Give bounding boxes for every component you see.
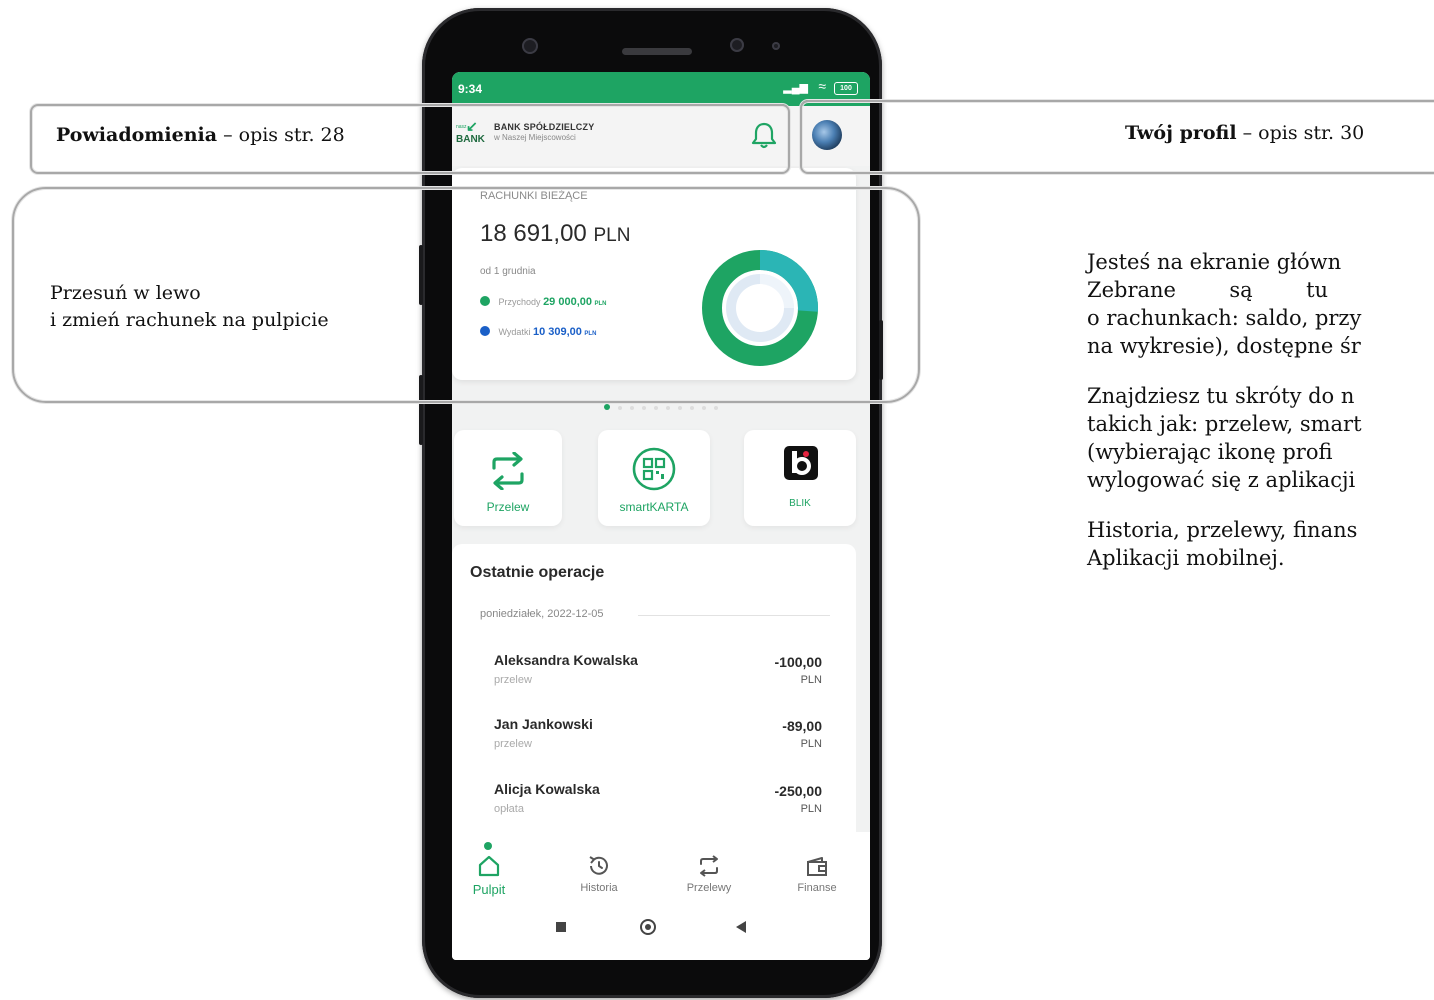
operations-title: Ostatnie operacje [470, 564, 605, 581]
pager-dot[interactable] [678, 406, 682, 410]
operations-date: poniedziałek, 2022-12-05 [480, 608, 604, 620]
wallet-icon [807, 857, 827, 876]
blik-shortcut[interactable]: BLIK [744, 430, 856, 526]
battery-icon: 100 [834, 82, 858, 95]
signal-icon: ▂▄▆ [783, 82, 808, 94]
description-paragraph: Znajdziesz tu skróty do n takich jak: pr… [1087, 384, 1362, 492]
pager-dot[interactable] [604, 404, 610, 410]
bottom-navigation: Pulpit Historia Przelewy Finanse [452, 832, 870, 902]
description-paragraph: Historia, przelewy, finans Aplikacji mob… [1087, 518, 1358, 570]
back-button[interactable] [736, 921, 746, 933]
operation-row[interactable]: Jan Jankowski przelew -89,00 PLN [494, 716, 822, 766]
home-icon [478, 855, 500, 877]
pager-dot[interactable] [618, 406, 622, 410]
pager-dot[interactable] [714, 406, 718, 410]
operation-row[interactable]: Alicja Kowalska opłata -250,00 PLN [494, 781, 822, 831]
pager-dot[interactable] [666, 406, 670, 410]
description-paragraph: Jesteś na ekranie główn Zebrane są tu o … [1087, 250, 1362, 358]
nav-finanse[interactable]: Finanse [782, 854, 852, 894]
wifi-icon: ≈ [818, 78, 826, 94]
operation-row[interactable]: Aleksandra Kowalska przelew -100,00 PLN [494, 652, 822, 702]
recent-operations: Ostatnie operacje poniedziałek, 2022-12-… [452, 544, 856, 874]
transfer-shortcut[interactable]: Przelew [454, 430, 562, 526]
home-button[interactable] [640, 919, 656, 935]
nav-przelewy[interactable]: Przelewy [674, 854, 744, 894]
profile-callout: Twój profil – opis str. 30 [1125, 122, 1365, 144]
shortcut-label: BLIK [789, 498, 811, 509]
swipe-callout: Przesuń w lewo i zmień rachunek na pulpi… [50, 282, 329, 331]
transfer-icon [700, 855, 718, 877]
shortcut-label: smartKARTA [619, 500, 689, 514]
notifications-callout: Powiadomienia – opis str. 28 [56, 124, 345, 146]
front-camera [522, 38, 538, 54]
history-icon [589, 856, 608, 875]
sensor [772, 42, 780, 50]
nav-historia[interactable]: Historia [564, 854, 634, 894]
smartkarta-shortcut[interactable]: smartKARTA [598, 430, 710, 526]
pager-dot[interactable] [630, 406, 634, 410]
nav-pulpit[interactable]: Pulpit [454, 854, 524, 897]
status-time: 9:34 [458, 82, 483, 96]
pager-dot[interactable] [654, 406, 658, 410]
active-tab-indicator [484, 842, 492, 850]
pager-dot[interactable] [702, 406, 706, 410]
shortcut-label: Przelew [486, 500, 530, 514]
phone-speaker [622, 48, 692, 55]
blik-logo-icon [784, 446, 818, 480]
recent-apps-button[interactable] [556, 922, 566, 932]
transfer-icon [492, 452, 524, 490]
date-divider [638, 615, 830, 616]
pager-dot[interactable] [642, 406, 646, 410]
description-text: Jesteś na ekranie główn Zebrane są tu o … [1087, 248, 1434, 594]
sensor [730, 38, 744, 52]
qr-code-icon [632, 447, 676, 491]
system-navigation-bar [452, 902, 870, 960]
pager-dot[interactable] [690, 406, 694, 410]
